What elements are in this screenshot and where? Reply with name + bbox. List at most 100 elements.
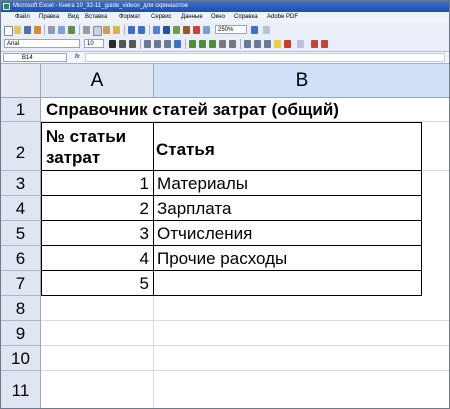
cell-a7[interactable]: 5 <box>41 271 154 296</box>
menu-insert[interactable]: Вставка <box>85 12 107 23</box>
borders-icon[interactable] <box>264 40 271 48</box>
decrease-decimal-icon[interactable] <box>229 40 236 48</box>
row-header-6[interactable]: 6 <box>1 246 41 271</box>
sort-descending-icon[interactable] <box>183 26 190 34</box>
cell-b7[interactable] <box>154 271 422 296</box>
sheet-title: Справочник статей затрат (общий) <box>46 100 339 119</box>
percent-icon[interactable] <box>199 40 206 48</box>
pdf-convert-icon[interactable] <box>311 40 318 48</box>
toolbar-options-icon[interactable] <box>263 26 270 34</box>
redo-icon[interactable] <box>138 26 145 34</box>
name-box[interactable]: B14 <box>3 53 67 62</box>
row-header-4[interactable]: 4 <box>1 196 41 221</box>
hyperlink-icon[interactable] <box>153 26 160 34</box>
paste-icon[interactable] <box>103 26 110 34</box>
format-painter-icon[interactable] <box>113 26 120 34</box>
increase-indent-icon[interactable] <box>254 40 261 48</box>
decrease-indent-icon[interactable] <box>244 40 251 48</box>
menu-edit[interactable]: Правка <box>39 12 59 23</box>
menu-help[interactable]: Справка <box>234 12 258 23</box>
row-header-2[interactable]: 2 <box>1 122 41 171</box>
row-header-3[interactable]: 3 <box>1 171 41 196</box>
menu-view[interactable]: Вид <box>68 12 79 23</box>
font-name-select[interactable]: Arial <box>4 39 80 48</box>
menu-file[interactable]: Файл <box>15 12 30 23</box>
cell-b3[interactable]: Материалы <box>154 171 422 196</box>
autosum-icon[interactable] <box>163 26 170 34</box>
row-header-5[interactable]: 5 <box>1 221 41 246</box>
align-center-icon[interactable] <box>154 40 161 48</box>
fill-color-icon[interactable] <box>274 40 281 48</box>
comma-style-icon[interactable] <box>209 40 216 48</box>
cell-a8[interactable] <box>41 296 154 321</box>
cell-b8[interactable] <box>154 296 449 321</box>
italic-icon[interactable] <box>119 40 126 48</box>
cell-a9[interactable] <box>41 321 154 346</box>
copy-icon[interactable] <box>93 26 102 36</box>
align-right-icon[interactable] <box>164 40 171 48</box>
menu-format[interactable]: Формат <box>119 12 140 23</box>
toolbar-separator <box>140 39 141 49</box>
undo-icon[interactable] <box>128 26 135 34</box>
select-all-corner[interactable] <box>1 64 41 98</box>
row-header-1[interactable]: 1 <box>1 98 41 122</box>
drawing-icon[interactable] <box>203 26 210 34</box>
new-icon[interactable] <box>4 26 13 36</box>
cell-b11[interactable] <box>154 371 449 408</box>
cell-a4[interactable]: 2 <box>41 196 154 221</box>
font-color-icon[interactable] <box>284 40 291 48</box>
toolbar-separator <box>185 39 186 49</box>
cell-a3[interactable]: 1 <box>41 171 154 196</box>
chart-wizard-icon[interactable] <box>193 26 200 34</box>
header-article: Статья <box>156 140 215 159</box>
fx-icon[interactable]: fx <box>75 53 80 62</box>
increase-decimal-icon[interactable] <box>219 40 226 48</box>
column-header-a[interactable]: A <box>41 64 154 98</box>
currency-icon[interactable] <box>189 40 196 48</box>
cell-c2[interactable] <box>422 122 449 171</box>
row-header-9[interactable]: 9 <box>1 321 41 346</box>
menu-adobe-pdf[interactable]: Adobe PDF <box>267 12 298 23</box>
row-header-8[interactable]: 8 <box>1 296 41 321</box>
underline-icon[interactable] <box>129 40 136 48</box>
merge-center-icon[interactable] <box>174 40 181 48</box>
row-header-11[interactable]: 11 <box>1 371 41 408</box>
cut-icon[interactable] <box>83 26 90 34</box>
font-size-select[interactable]: 10 <box>84 39 104 48</box>
align-left-icon[interactable] <box>144 40 151 48</box>
cell-a6[interactable]: 4 <box>41 246 154 271</box>
toolbar-separator <box>149 25 150 35</box>
cell-b4[interactable]: Зарплата <box>154 196 422 221</box>
open-icon[interactable] <box>14 26 21 34</box>
cell-b10[interactable] <box>154 346 449 371</box>
cell-a10[interactable] <box>41 346 154 371</box>
sort-ascending-icon[interactable] <box>173 26 180 34</box>
formatting-toolbar: Arial 10 <box>1 37 449 52</box>
cell-a11[interactable] <box>41 371 154 408</box>
menu-tools[interactable]: Сервис <box>151 12 172 23</box>
cell-b9[interactable] <box>154 321 449 346</box>
formula-input[interactable] <box>85 53 445 62</box>
pdf-email-icon[interactable] <box>321 40 328 48</box>
bold-icon[interactable] <box>109 40 116 48</box>
menu-data[interactable]: Данные <box>181 12 203 23</box>
cell-a5[interactable]: 3 <box>41 221 154 246</box>
cell-b5[interactable]: Отчисления <box>154 221 422 246</box>
permission-icon[interactable] <box>34 26 41 34</box>
excel-window: Microsoft Excel - Книга 10_32-11_guide_v… <box>0 0 450 409</box>
toolbar-options-icon[interactable] <box>297 40 304 48</box>
spelling-icon[interactable] <box>68 26 75 34</box>
save-icon[interactable] <box>24 26 31 34</box>
zoom-select[interactable]: 250% <box>215 25 247 34</box>
preview-icon[interactable] <box>58 26 65 34</box>
cell-b6[interactable]: Прочие расходы <box>154 246 422 271</box>
header-article-number-line2: затрат <box>46 148 101 167</box>
header-article-number-line1: № статьи <box>46 127 127 146</box>
menu-window[interactable]: Окно <box>211 12 225 23</box>
column-header-b[interactable]: B <box>154 64 449 98</box>
row-header-7[interactable]: 7 <box>1 271 41 296</box>
row-header-10[interactable]: 10 <box>1 346 41 371</box>
formula-bar: B14 fx <box>1 52 449 64</box>
print-icon[interactable] <box>48 26 55 34</box>
help-icon[interactable] <box>251 26 258 34</box>
